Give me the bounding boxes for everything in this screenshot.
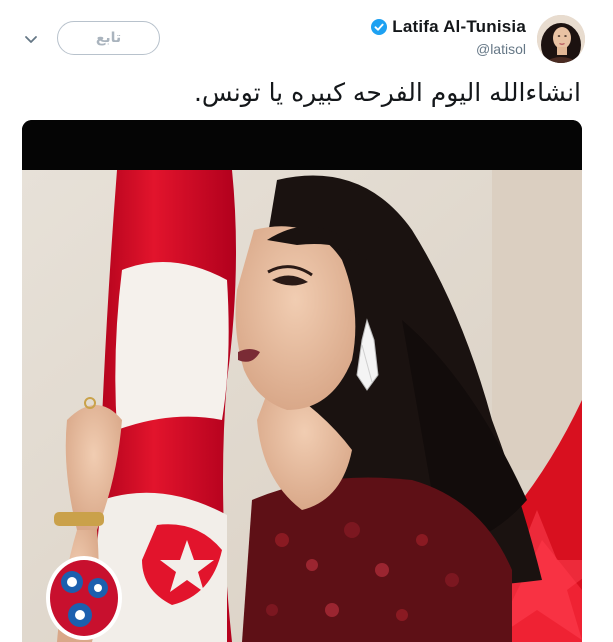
chevron-down-icon[interactable] [22, 30, 40, 48]
follow-button[interactable]: تابع [57, 21, 160, 55]
name-row: Latifa Al-Tunisia [371, 17, 526, 37]
tweet-photo[interactable] [22, 120, 582, 642]
user-header: Latifa Al-Tunisia @latisol [371, 17, 526, 57]
avatar-image [537, 15, 585, 63]
user-handle[interactable]: @latisol [371, 41, 526, 57]
world-cup-logo-icon [46, 556, 122, 640]
tweet-text: انشاءالله اليوم الفرحه كبيره يا تونس. [193, 78, 581, 107]
display-name[interactable]: Latifa Al-Tunisia [392, 17, 526, 37]
tweet-card: تابع Latifa Al-Tunisia @latisol انشاءالل… [0, 0, 613, 642]
avatar[interactable] [537, 15, 585, 63]
photo-image [22, 120, 582, 642]
verified-badge-icon [371, 19, 388, 35]
